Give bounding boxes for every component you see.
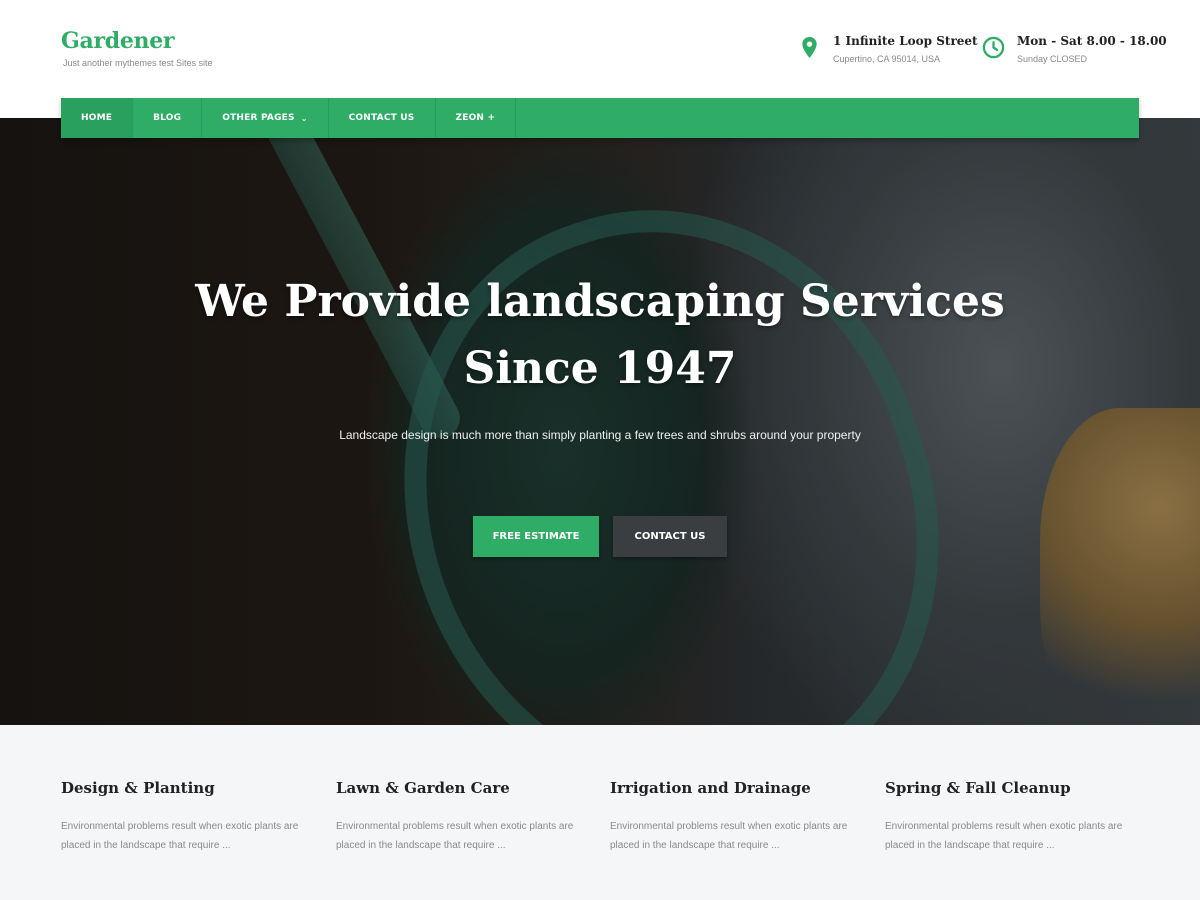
service-description: Environmental problems result when exoti… xyxy=(885,817,1135,855)
nav-item-blog[interactable]: BLOG xyxy=(133,98,203,138)
clock-icon xyxy=(982,36,1005,59)
service-item: Spring & Fall Cleanup Environmental prob… xyxy=(885,779,1135,855)
hours-subtitle: Sunday CLOSED xyxy=(1017,54,1088,64)
service-item: Lawn & Garden Care Environmental problem… xyxy=(336,779,586,855)
address-info: 1 Infinite Loop Street Cupertino, CA 950… xyxy=(798,34,978,64)
service-title[interactable]: Lawn & Garden Care xyxy=(336,779,586,797)
nav-item-label: ZEON + xyxy=(455,113,496,123)
hours-title: Mon - Sat 8.00 - 18.00 xyxy=(1017,34,1167,48)
site-title[interactable]: Gardener xyxy=(61,28,213,54)
hero-subtitle: Landscape design is much more than simpl… xyxy=(339,428,861,442)
service-item: Irrigation and Drainage Environmental pr… xyxy=(610,779,860,855)
hero-title: We Provide landscaping Services Since 19… xyxy=(0,268,1200,402)
nav-item-other-pages[interactable]: OTHER PAGES ⌄ xyxy=(202,98,329,138)
site-tagline: Just another mythemes test Sites site xyxy=(63,58,213,68)
service-title[interactable]: Spring & Fall Cleanup xyxy=(885,779,1135,797)
service-description-line: Environmental problems result when exoti… xyxy=(336,821,574,832)
service-description-line: placed in the landscape that require ... xyxy=(61,840,231,851)
nav-item-label: OTHER PAGES xyxy=(222,113,295,123)
free-estimate-button[interactable]: FREE ESTIMATE xyxy=(473,516,599,557)
service-description: Environmental problems result when exoti… xyxy=(336,817,586,855)
service-description-line: Environmental problems result when exoti… xyxy=(885,821,1123,832)
hero-overlay xyxy=(0,118,1200,725)
hours-info: Mon - Sat 8.00 - 18.00 Sunday CLOSED xyxy=(982,34,1167,64)
nav-item-label: CONTACT US xyxy=(348,113,415,123)
service-title[interactable]: Design & Planting xyxy=(61,779,311,797)
address-subtitle: Cupertino, CA 95014, USA xyxy=(833,54,941,64)
service-description-line: placed in the landscape that require ... xyxy=(885,840,1055,851)
services-section: Design & Planting Environmental problems… xyxy=(0,725,1200,900)
service-item: Design & Planting Environmental problems… xyxy=(61,779,311,855)
hero-section: We Provide landscaping Services Since 19… xyxy=(0,118,1200,725)
service-title[interactable]: Irrigation and Drainage xyxy=(610,779,860,797)
service-description-line: Environmental problems result when exoti… xyxy=(610,821,848,832)
map-pin-icon xyxy=(802,36,817,59)
service-description-line: placed in the landscape that require ... xyxy=(610,840,780,851)
nav-item-label: BLOG xyxy=(153,113,182,123)
nav-item-label: HOME xyxy=(81,113,113,123)
hero-title-line1: We Provide landscaping Services xyxy=(195,276,1005,327)
main-nav: HOME BLOG OTHER PAGES ⌄ CONTACT US ZEON + xyxy=(61,98,1139,138)
contact-us-button[interactable]: CONTACT US xyxy=(613,516,727,557)
service-description-line: Environmental problems result when exoti… xyxy=(61,821,299,832)
service-description-line: placed in the landscape that require ... xyxy=(336,840,506,851)
hero-title-line2: Since 1947 xyxy=(463,343,737,394)
chevron-down-icon: ⌄ xyxy=(300,113,308,123)
nav-item-home[interactable]: HOME xyxy=(61,98,134,138)
nav-item-zeon[interactable]: ZEON + xyxy=(436,98,517,138)
service-description: Environmental problems result when exoti… xyxy=(61,817,311,855)
address-title: 1 Infinite Loop Street xyxy=(833,34,978,48)
site-logo[interactable]: Gardener Just another mythemes test Site… xyxy=(61,28,213,68)
nav-item-contact-us[interactable]: CONTACT US xyxy=(329,98,436,138)
service-description: Environmental problems result when exoti… xyxy=(610,817,860,855)
